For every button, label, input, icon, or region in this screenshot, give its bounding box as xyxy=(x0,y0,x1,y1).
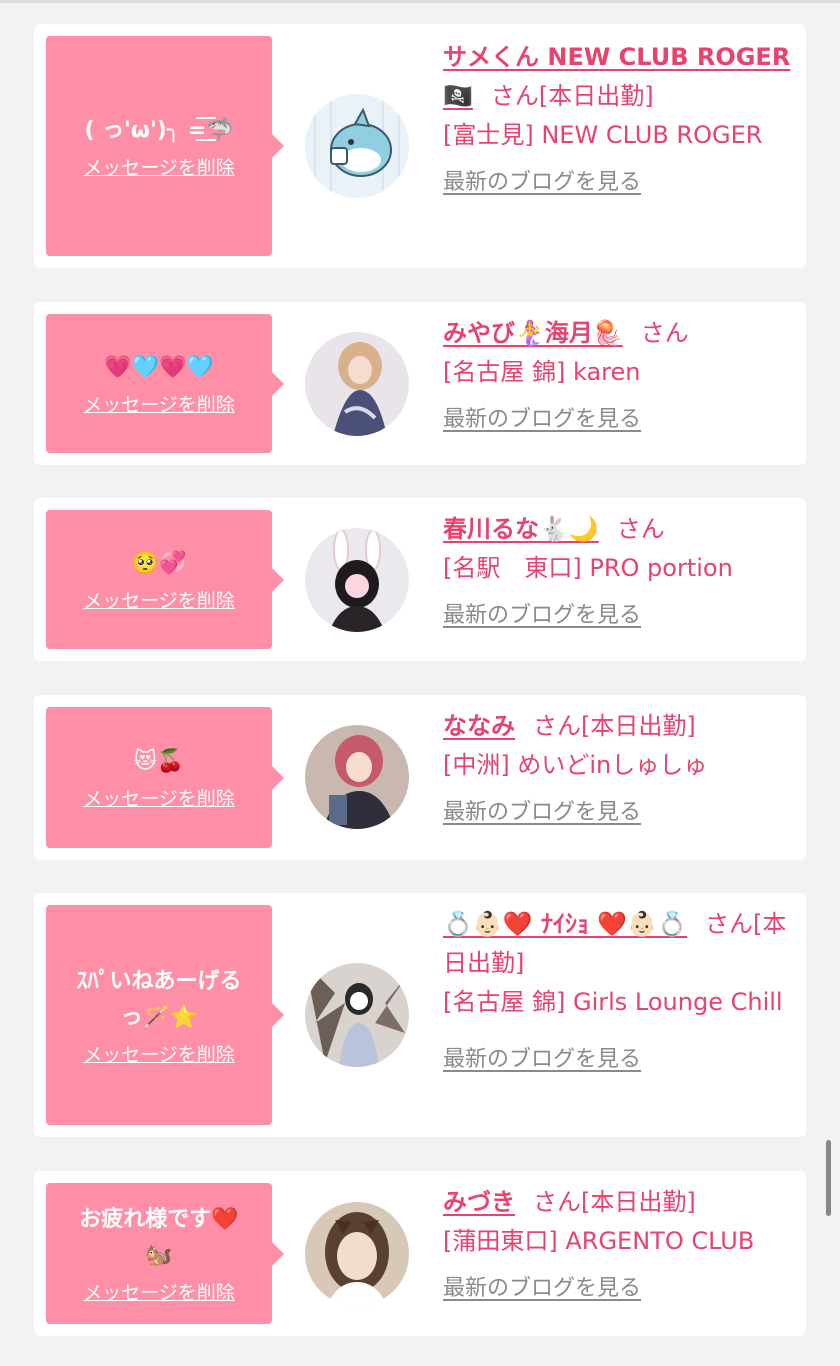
cast-photo-avatar xyxy=(305,528,409,632)
cast-name-link[interactable]: 💍👶🏻❤️ ﾅｲｼｮ ❤️👶🏻💍 xyxy=(443,910,687,938)
attendance-status: [本日出勤] xyxy=(581,1188,696,1216)
delete-message-link[interactable]: メッセージを削除 xyxy=(83,390,235,417)
message-card: ( っ'ω')╮ =͟͟͞͞🦈 メッセージを削除 サメくん NEW CLUB R… xyxy=(34,24,806,268)
cast-photo-avatar xyxy=(305,1202,409,1306)
avatar[interactable] xyxy=(305,94,409,198)
honorific: さん xyxy=(533,1188,581,1216)
cast-info: 💍👶🏻❤️ ﾅｲｼｮ ❤️👶🏻💍 さん[本日出勤] [名古屋 錦] Girls L… xyxy=(443,905,795,1079)
cast-info: 春川るな🐇🌙 さん [名駅 東口] PRO portion 最新のブログを見る xyxy=(443,510,795,635)
message-text: ｽﾊﾟいねあーげる xyxy=(76,968,242,994)
cast-info: サメくん NEW CLUB ROGER🏴‍☠️ さん[本日出勤] [富士見] NE… xyxy=(443,38,795,202)
cast-name-link[interactable]: 春川るな🐇🌙 xyxy=(443,515,599,543)
cast-info: みやび🧜‍♀️海月🪼 さん [名古屋 錦] karen 最新のブログを見る xyxy=(443,314,795,439)
avatar[interactable] xyxy=(305,963,409,1067)
cast-info: ななみ さん[本日出勤] [中洲] めいどinしゅしゅ 最新のブログを見る xyxy=(443,707,795,832)
message-text: 💗🩵💗🩵 xyxy=(104,355,214,380)
attendance-status: [本日出勤] xyxy=(538,82,654,110)
cast-name-link[interactable]: みやび🧜‍♀️海月🪼 xyxy=(443,319,623,347)
latest-blog-link[interactable]: 最新のブログを見る xyxy=(443,163,795,202)
delete-message-link[interactable]: メッセージを削除 xyxy=(83,784,235,811)
message-text: 🥺💞 xyxy=(131,551,187,576)
honorific: さん xyxy=(640,319,689,347)
cast-name-link[interactable]: ななみ xyxy=(443,712,515,740)
vertical-scrollbar[interactable] xyxy=(826,1140,831,1216)
message-card: 🥺💞 メッセージを削除 春川るな🐇🌙 さん [名駅 東口] PRO portion… xyxy=(34,498,806,661)
latest-blog-link[interactable]: 最新のブログを見る xyxy=(443,793,795,832)
top-divider xyxy=(0,0,840,3)
latest-blog-link[interactable]: 最新のブログを見る xyxy=(443,596,795,635)
shop-name: [名古屋 錦] Girls Lounge Chill xyxy=(443,988,783,1016)
honorific: さん xyxy=(533,712,581,740)
cast-name-link[interactable]: みづき xyxy=(443,1188,515,1216)
message-text: 🐿️ xyxy=(145,1243,173,1268)
message-text: お疲れ様です❤️ xyxy=(79,1207,239,1232)
honorific: さん xyxy=(490,82,539,110)
cast-photo-avatar xyxy=(305,725,409,829)
message-bubble: 😻🍒 メッセージを削除 xyxy=(46,707,284,848)
delete-message-link[interactable]: メッセージを削除 xyxy=(83,153,235,180)
message-card: お疲れ様です❤️ 🐿️ メッセージを削除 みづき さん[本日出勤] [蒲田東口] … xyxy=(34,1171,806,1336)
message-bubble: ( っ'ω')╮ =͟͟͞͞🦈 メッセージを削除 xyxy=(46,36,284,256)
message-text: っ🪄⭐️ xyxy=(120,1004,198,1030)
message-text: 😻🍒 xyxy=(133,749,185,774)
message-text: ( っ'ω')╮ =͟͟͞͞🦈 xyxy=(84,117,234,143)
shop-name: [名駅 東口] PRO portion xyxy=(443,554,733,582)
honorific: さん xyxy=(705,910,754,938)
shop-name: [中洲] めいどinしゅしゅ xyxy=(443,751,708,779)
attendance-status: [本日出勤] xyxy=(581,712,696,740)
delete-message-link[interactable]: メッセージを削除 xyxy=(83,1278,235,1305)
shop-name: [蒲田東口] ARGENTO CLUB xyxy=(443,1227,755,1255)
delete-message-link[interactable]: メッセージを削除 xyxy=(83,586,235,613)
delete-message-link[interactable]: メッセージを削除 xyxy=(83,1040,235,1067)
message-card: ｽﾊﾟいねあーげる っ🪄⭐️ メッセージを削除 💍👶🏻❤️ ﾅｲｼｮ ❤️👶🏻💍… xyxy=(34,893,806,1137)
shark-mascot-avatar xyxy=(305,94,409,198)
message-card: 💗🩵💗🩵 メッセージを削除 みやび🧜‍♀️海月🪼 さん [名古屋 錦] karen… xyxy=(34,302,806,465)
latest-blog-link[interactable]: 最新のブログを見る xyxy=(443,1269,795,1308)
message-card: 😻🍒 メッセージを削除 ななみ さん[本日出勤] [中洲] めいどinしゅしゅ 最… xyxy=(34,695,806,860)
message-bubble: ｽﾊﾟいねあーげる っ🪄⭐️ メッセージを削除 xyxy=(46,905,284,1125)
latest-blog-link[interactable]: 最新のブログを見る xyxy=(443,400,795,439)
honorific: さん xyxy=(616,515,665,543)
message-bubble: お疲れ様です❤️ 🐿️ メッセージを削除 xyxy=(46,1183,284,1324)
cast-photo-avatar xyxy=(305,963,409,1067)
latest-blog-link[interactable]: 最新のブログを見る xyxy=(443,1040,795,1079)
avatar[interactable] xyxy=(305,332,409,436)
avatar[interactable] xyxy=(305,528,409,632)
message-bubble: 💗🩵💗🩵 メッセージを削除 xyxy=(46,314,284,453)
cast-photo-avatar xyxy=(305,332,409,436)
avatar[interactable] xyxy=(305,1202,409,1306)
message-bubble: 🥺💞 メッセージを削除 xyxy=(46,510,284,649)
shop-name: [富士見] NEW CLUB ROGER xyxy=(443,121,763,149)
cast-info: みづき さん[本日出勤] [蒲田東口] ARGENTO CLUB 最新のブログを見… xyxy=(443,1183,795,1308)
shop-name: [名古屋 錦] karen xyxy=(443,358,641,386)
avatar[interactable] xyxy=(305,725,409,829)
